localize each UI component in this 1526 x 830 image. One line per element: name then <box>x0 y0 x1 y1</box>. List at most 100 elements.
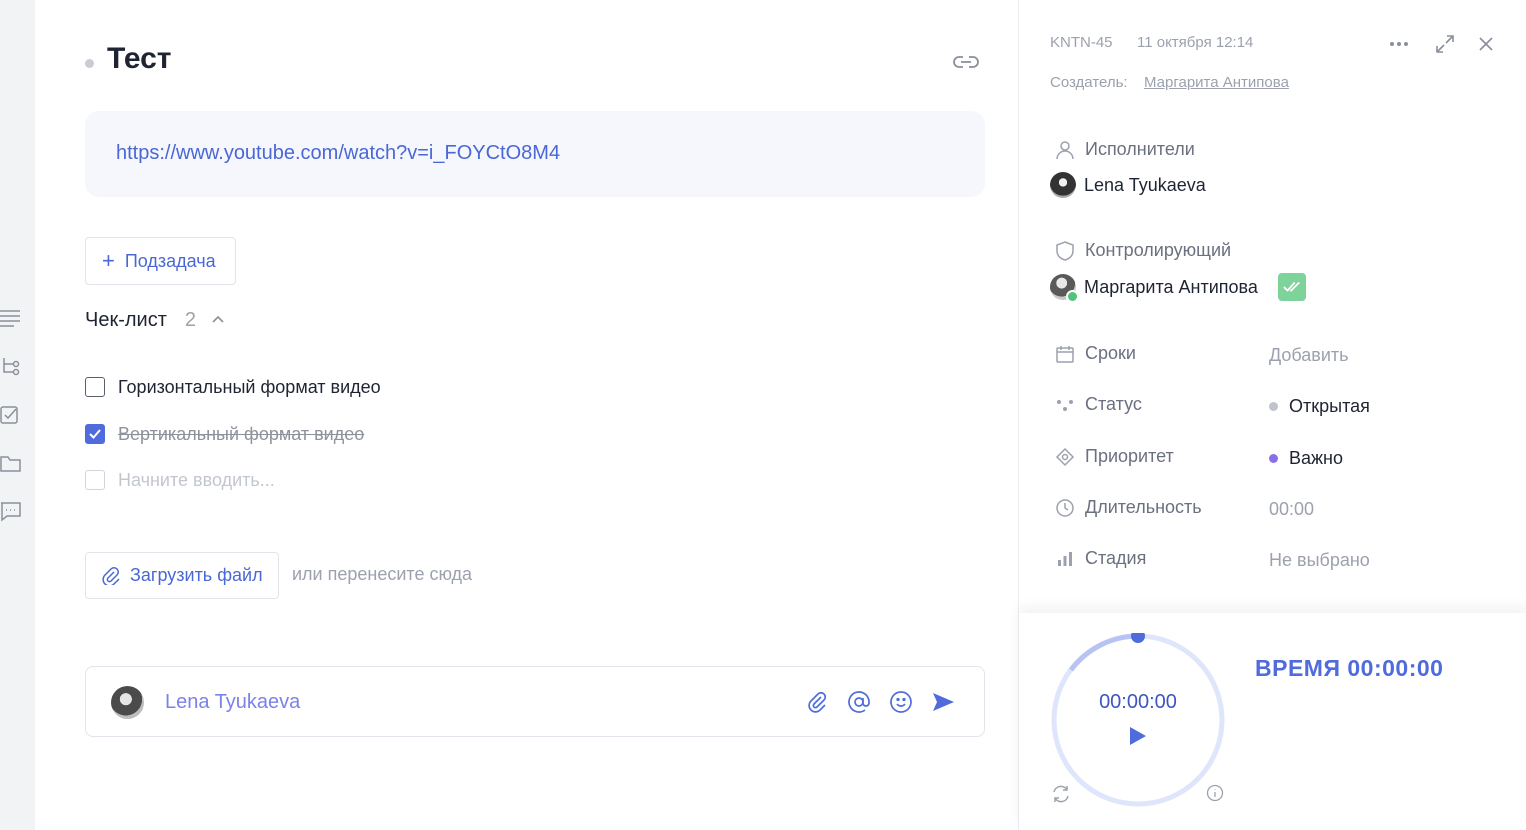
avatar <box>111 686 144 719</box>
checklist-count: 2 <box>184 308 196 331</box>
checklist-title: Чек-лист <box>85 308 167 331</box>
timer-panel: 00:00:00 ВРЕМЯ 00:00:00 <box>1019 613 1526 830</box>
description-icon[interactable] <box>0 306 22 328</box>
emoji-icon[interactable] <box>889 690 913 714</box>
status-label-text: Статус <box>1085 394 1142 414</box>
deadline-label-text: Сроки <box>1085 343 1136 363</box>
add-subtask-button[interactable]: + Подзадача <box>85 237 236 285</box>
priority-icon <box>1055 447 1075 466</box>
add-subtask-label: Подзадача <box>124 250 216 271</box>
controller-chip[interactable]: Маргарита Антипова <box>1050 273 1306 303</box>
duration-label-text: Длительность <box>1085 497 1202 517</box>
prop-status: Статус Открытая <box>1055 394 1495 420</box>
total-time: ВРЕМЯ 00:00:00 <box>1255 655 1444 681</box>
user-icon <box>1056 140 1074 159</box>
assignees-label: Исполнители <box>1055 139 1195 160</box>
prop-duration: Длительность 00:00 <box>1055 497 1495 523</box>
timer-display: 00:00:00 <box>1099 691 1177 713</box>
checklist-item: Горизонтальный формат видео <box>85 375 381 399</box>
send-icon[interactable] <box>931 690 955 714</box>
checklist-icon[interactable] <box>0 404 22 426</box>
mention-icon[interactable] <box>847 690 871 714</box>
check-icon <box>89 429 101 439</box>
double-check-icon <box>1283 281 1300 292</box>
controller-name: Маргарита Антипова <box>1084 276 1258 297</box>
prop-stage: Стадия Не выбрано <box>1055 548 1495 574</box>
plus-icon: + <box>102 248 115 273</box>
task-id: KNTN-45 <box>1050 34 1113 51</box>
stage-bars-icon <box>1058 551 1072 566</box>
stage-label: Стадия <box>1055 548 1146 569</box>
title-row: Тест <box>85 38 985 82</box>
timer-handle[interactable] <box>1131 633 1145 643</box>
comments-icon[interactable] <box>0 500 22 522</box>
deadline-label: Сроки <box>1055 343 1136 364</box>
assignee-chip[interactable]: Lena Tyukaeva <box>1050 172 1206 198</box>
comment-box[interactable]: Lena Tyukaeva <box>85 666 985 737</box>
attach-icon[interactable] <box>805 690 829 714</box>
controller-label: Контролирующий <box>1055 240 1231 261</box>
upload-file-label: Загрузить файл <box>130 565 263 585</box>
assignee-name: Lena Tyukaeva <box>1084 174 1206 195</box>
comment-input[interactable]: Lena Tyukaeva <box>165 691 300 714</box>
priority-select[interactable]: Важно <box>1269 448 1343 469</box>
status-select[interactable]: Открытая <box>1269 396 1370 417</box>
timer-ring <box>1051 633 1225 807</box>
prop-priority: Приоритет Важно <box>1055 446 1495 472</box>
expand-icon[interactable] <box>1434 33 1456 55</box>
paperclip-icon <box>102 566 120 585</box>
upload-file-button[interactable]: Загрузить файл <box>85 552 279 599</box>
creator-link[interactable]: Маргарита Антипова <box>1144 74 1289 91</box>
avatar <box>1050 172 1076 198</box>
checklist-header[interactable]: Чек-лист 2 <box>85 307 226 333</box>
shield-icon <box>1056 240 1074 261</box>
duration-label: Длительность <box>1055 497 1202 518</box>
checklist-item: Вертикальный формат видео <box>85 422 364 446</box>
prop-deadline: Сроки Добавить <box>1055 343 1495 369</box>
priority-value: Важно <box>1289 448 1344 468</box>
status-label: Статус <box>1055 394 1142 415</box>
task-details-panel: KNTN-45 11 октября 12:14 Создатель: Марг… <box>1018 0 1526 830</box>
upload-drop-hint: или перенесите сюда <box>292 564 473 584</box>
checklist-checkbox <box>85 470 105 490</box>
close-icon[interactable] <box>1475 33 1497 55</box>
description-link[interactable]: https://www.youtube.com/watch?v=i_FOYCtO… <box>116 142 560 165</box>
checklist-new-item: Начните вводить... <box>85 468 275 492</box>
task-main: Тест https://www.youtube.com/watch?v=i_F… <box>35 0 1018 830</box>
play-icon[interactable] <box>1126 725 1148 747</box>
copy-link-icon[interactable] <box>953 53 979 71</box>
status-value: Открытая <box>1289 396 1370 416</box>
subtasks-icon[interactable] <box>0 355 22 377</box>
reset-icon[interactable] <box>1051 784 1071 804</box>
title-status-dot <box>85 59 94 68</box>
priority-label: Приоритет <box>1055 446 1174 467</box>
status-icon <box>1057 399 1073 411</box>
duration-value[interactable]: 00:00 <box>1269 499 1314 520</box>
stage-label-text: Стадия <box>1085 548 1147 568</box>
accept-check-button[interactable] <box>1277 273 1306 301</box>
checklist-new-item-input[interactable]: Начните вводить... <box>118 470 275 491</box>
avatar <box>1050 274 1079 303</box>
task-description[interactable]: https://www.youtube.com/watch?v=i_FOYCtO… <box>85 111 985 197</box>
task-title[interactable]: Тест <box>107 42 172 76</box>
checklist-checkbox[interactable] <box>85 377 105 397</box>
checklist-item-text[interactable]: Горизонтальный формат видео <box>118 377 381 398</box>
chevron-up-icon[interactable] <box>210 312 226 328</box>
controller-label-text: Контролирующий <box>1085 240 1232 260</box>
task-date: 11 октября 12:14 <box>1137 34 1254 51</box>
checklist-checkbox[interactable] <box>85 424 105 444</box>
approved-badge-icon <box>1066 290 1079 303</box>
assignees-label-text: Исполнители <box>1085 139 1195 159</box>
more-icon[interactable] <box>1388 33 1410 55</box>
priority-dot <box>1269 454 1278 463</box>
deadline-add-button[interactable]: Добавить <box>1269 345 1349 366</box>
left-rail <box>0 0 35 830</box>
checklist-item-text[interactable]: Вертикальный формат видео <box>118 424 364 445</box>
info-icon[interactable] <box>1206 784 1224 802</box>
status-dot <box>1269 402 1278 411</box>
folder-icon[interactable] <box>0 452 22 474</box>
clock-icon <box>1056 498 1074 517</box>
priority-label-text: Приоритет <box>1085 446 1174 466</box>
calendar-icon <box>1056 345 1074 363</box>
stage-select[interactable]: Не выбрано <box>1269 550 1370 571</box>
